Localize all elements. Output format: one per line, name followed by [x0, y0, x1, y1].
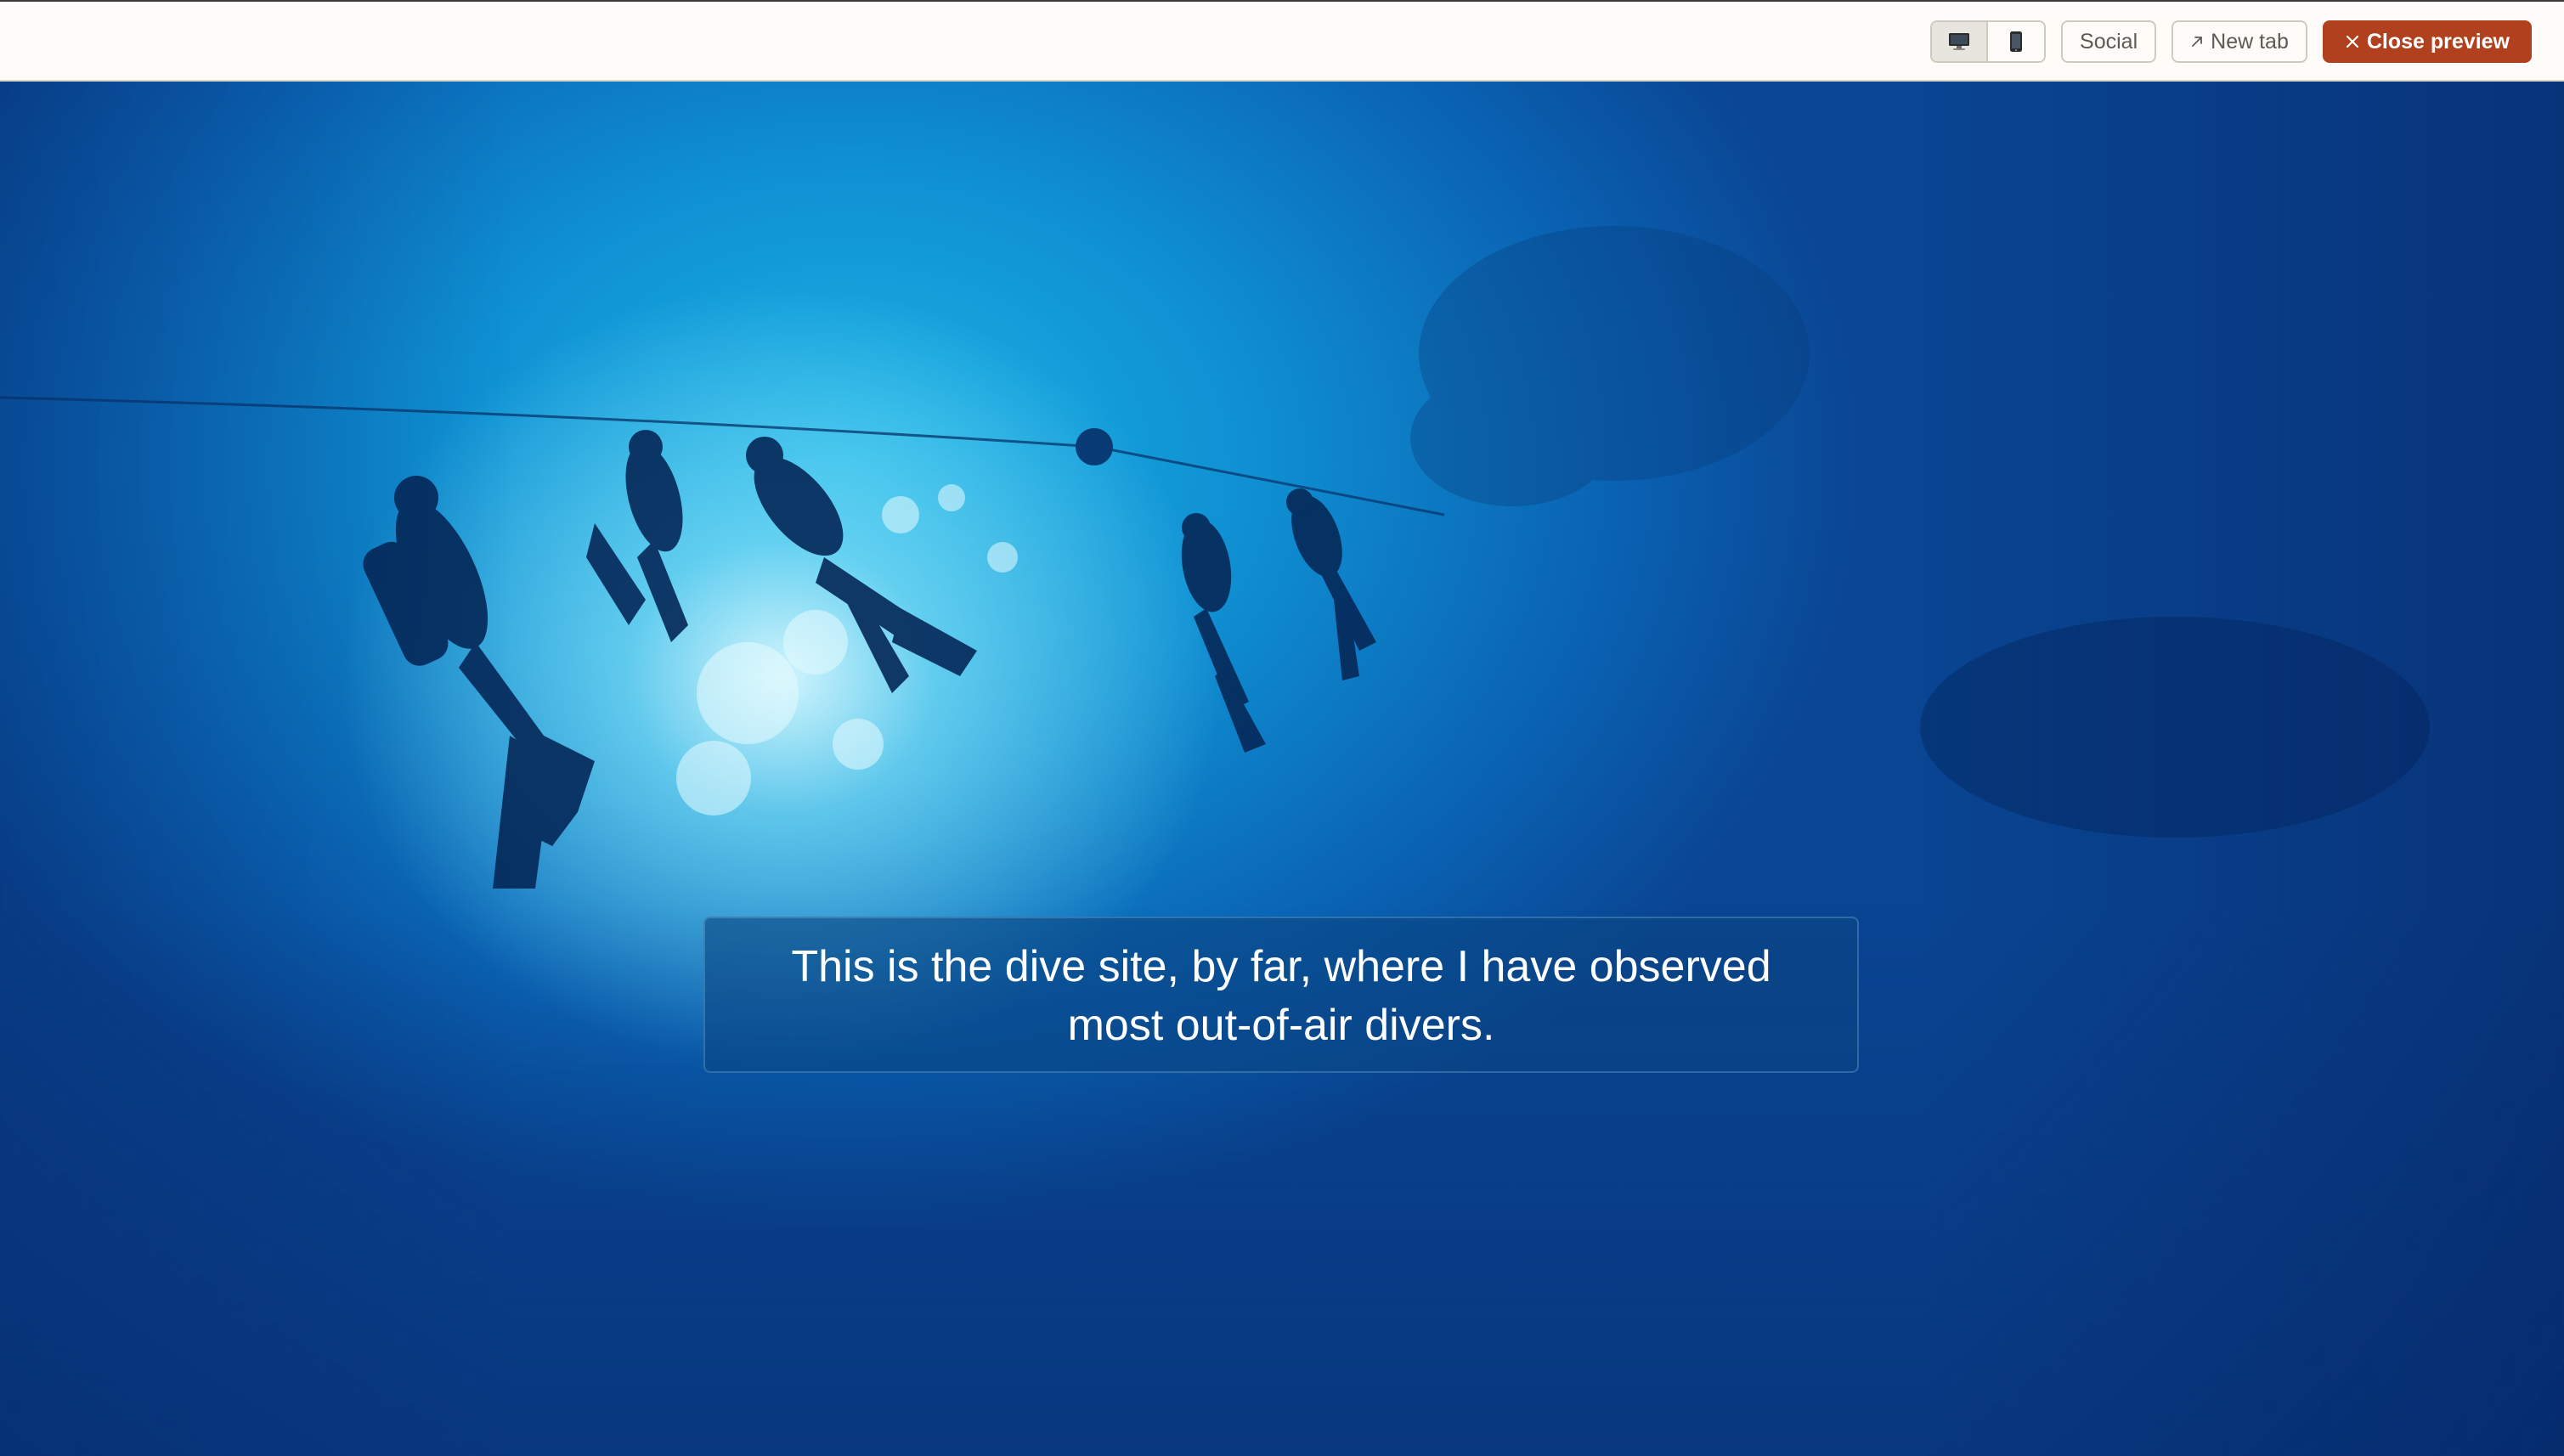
new-tab-button[interactable]: New tab [2171, 20, 2307, 63]
close-preview-label: Close preview [2366, 29, 2510, 54]
desktop-view-button[interactable] [1932, 22, 1989, 61]
mobile-view-button[interactable] [1988, 22, 2045, 61]
new-tab-label: New tab [2211, 29, 2289, 54]
toolbar-actions: Social New tab Close preview [1930, 20, 2532, 63]
desktop-monitor-icon [1949, 33, 1970, 50]
preview-toolbar: Social New tab Close preview [0, 0, 2564, 82]
social-button-label: Social [2080, 29, 2138, 54]
close-preview-button[interactable]: Close preview [2322, 20, 2532, 63]
mobile-phone-icon [2010, 31, 2023, 52]
arrow-up-right-icon [2192, 37, 2203, 47]
device-toggle [1930, 20, 2047, 63]
social-button[interactable]: Social [2061, 20, 2157, 63]
caption-text: This is the dive site, by far, where I h… [791, 942, 1771, 1050]
scene-vignette [0, 82, 2564, 1456]
slide-caption: This is the dive site, by far, where I h… [703, 917, 1859, 1073]
close-x-icon [2346, 35, 2358, 48]
preview-background-photo: This is the dive site, by far, where I h… [0, 82, 2564, 1456]
